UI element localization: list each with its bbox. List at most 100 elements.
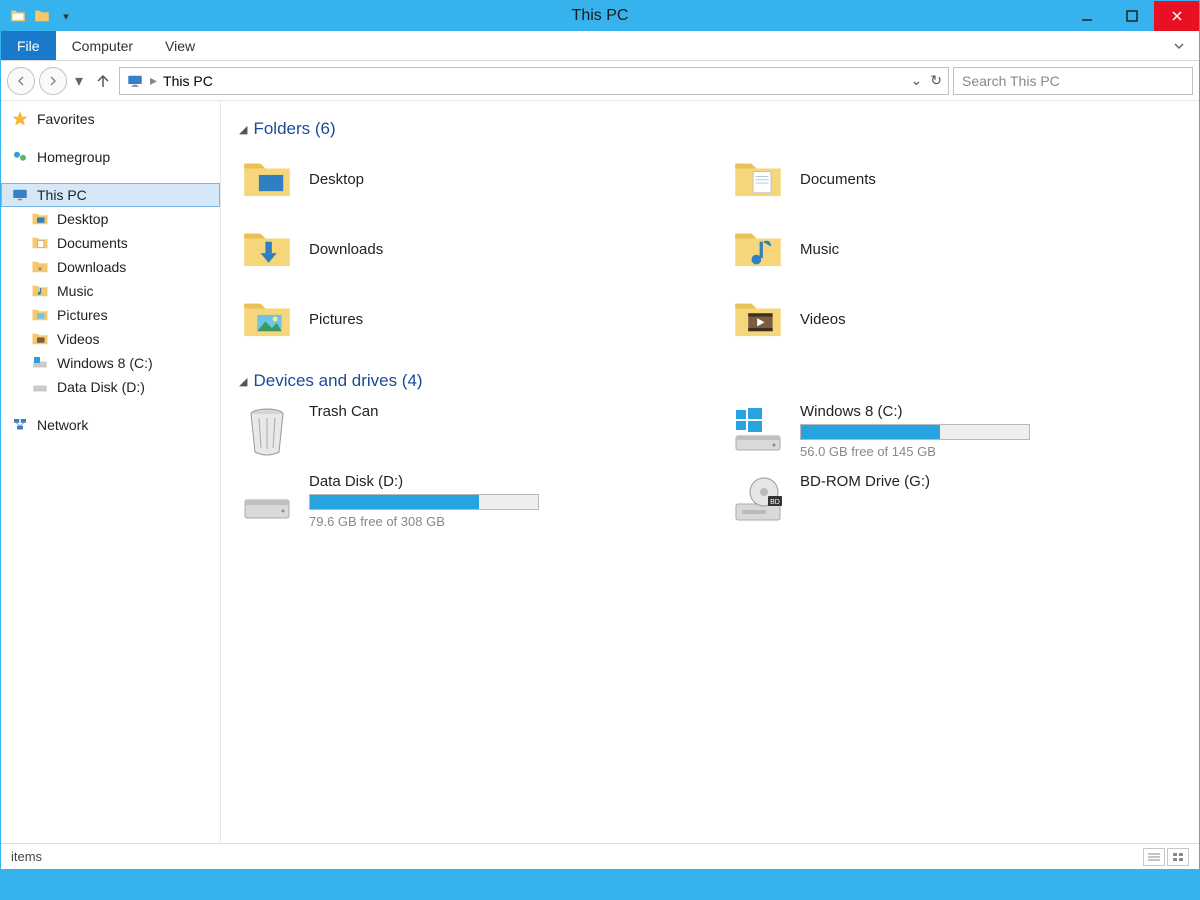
folder-label: Downloads [309,241,383,258]
drive-trash[interactable]: Trash Can [239,403,690,459]
drive-label: Windows 8 (C:) [800,403,1030,420]
group-header-drives[interactable]: ◢ Devices and drives (4) [239,371,1181,391]
drive-d[interactable]: Data Disk (D:) 79.6 GB free of 308 GB [239,473,690,529]
folder-pictures[interactable]: Pictures [239,291,690,347]
desktop-icon [239,151,295,207]
tab-computer[interactable]: Computer [56,31,149,60]
folder-desktop[interactable]: Desktop [239,151,690,207]
drive-g[interactable]: BD BD-ROM Drive (G:) [730,473,1181,529]
chevron-right-icon: ▸ [150,72,157,89]
star-icon [11,110,29,128]
group-title: Folders (6) [253,119,335,139]
folder-label: Music [800,241,839,258]
tree-downloads[interactable]: Downloads [1,255,220,279]
drive-label: Trash Can [309,403,378,420]
music-icon [730,221,786,277]
nav-history-dropdown[interactable]: ▾ [71,71,87,91]
view-details-button[interactable] [1143,848,1165,866]
folder-icon [31,210,49,228]
tree-label: Desktop [57,211,108,227]
search-placeholder: Search This PC [962,73,1060,89]
address-bar[interactable]: ▸ This PC ⌄ ↻ [119,67,949,95]
tree-label: Data Disk (D:) [57,379,145,395]
folder-downloads[interactable]: Downloads [239,221,690,277]
pc-icon [11,186,29,204]
trash-icon [239,403,295,459]
group-header-folders[interactable]: ◢ Folders (6) [239,119,1181,139]
tree-label: This PC [37,187,87,203]
navigation-pane: Favorites Homegroup This PC Desktop Docu… [1,101,221,843]
tree-this-pc[interactable]: This PC [1,183,220,207]
folder-icon [31,258,49,276]
drive-c[interactable]: Windows 8 (C:) 56.0 GB free of 145 GB [730,403,1181,459]
tree-desktop[interactable]: Desktop [1,207,220,231]
folder-icon [31,282,49,300]
tree-drive-c[interactable]: Windows 8 (C:) [1,351,220,375]
drive-label: BD-ROM Drive (G:) [800,473,930,490]
tree-label: Downloads [57,259,126,275]
view-switcher [1143,848,1189,866]
nav-forward-button[interactable] [39,67,67,95]
homegroup-icon [11,148,29,166]
address-dropdown-icon[interactable]: ⌄ [911,72,923,89]
folder-documents[interactable]: Documents [730,151,1181,207]
view-icons-button[interactable] [1167,848,1189,866]
os-drive-icon [730,403,786,459]
drives-grid: Trash Can Windows 8 (C:) 56.0 GB free of… [239,403,1181,529]
drive-icon [31,354,49,372]
status-bar: items [1,843,1199,869]
drive-free-text: 56.0 GB free of 145 GB [800,444,1030,459]
address-segment[interactable]: This PC [163,73,213,89]
optical-drive-icon: BD [730,473,786,529]
pc-icon [126,72,144,90]
maximize-button[interactable] [1109,1,1154,31]
tree-label: Homegroup [37,149,110,165]
tab-view[interactable]: View [149,31,211,60]
drive-label: Data Disk (D:) [309,473,539,490]
folder-videos[interactable]: Videos [730,291,1181,347]
folder-label: Documents [800,171,876,188]
folder-icon [31,306,49,324]
tree-documents[interactable]: Documents [1,231,220,255]
downloads-icon [239,221,295,277]
tree-label: Videos [57,331,100,347]
folder-music[interactable]: Music [730,221,1181,277]
network-icon [11,416,29,434]
collapse-icon: ◢ [239,375,247,388]
drive-icon [31,378,49,396]
ribbon-expand-button[interactable] [1159,31,1199,60]
refresh-icon[interactable]: ↻ [930,72,942,89]
minimize-button[interactable] [1064,1,1109,31]
nav-back-button[interactable] [7,67,35,95]
navigation-bar: ▾ ▸ This PC ⌄ ↻ Search This PC [1,61,1199,101]
svg-text:BD: BD [770,499,780,506]
tree-homegroup[interactable]: Homegroup [1,145,220,169]
capacity-bar [309,494,539,510]
explorer-window: ▾ This PC File Computer View ▾ ▸ This PC… [0,0,1200,870]
tree-network[interactable]: Network [1,413,220,437]
tree-drive-d[interactable]: Data Disk (D:) [1,375,220,399]
capacity-bar [800,424,1030,440]
window-title: This PC [572,7,629,25]
tree-videos[interactable]: Videos [1,327,220,351]
tree-pictures[interactable]: Pictures [1,303,220,327]
bottom-accent [0,870,1200,898]
tree-music[interactable]: Music [1,279,220,303]
folder-icon [31,330,49,348]
window-controls [1064,1,1199,31]
close-button[interactable] [1154,1,1199,31]
nav-up-button[interactable] [91,69,115,93]
tree-favorites[interactable]: Favorites [1,107,220,131]
collapse-icon: ◢ [239,123,247,136]
search-input[interactable]: Search This PC [953,67,1193,95]
properties-icon[interactable] [33,7,51,25]
app-icon [9,7,27,25]
group-title: Devices and drives (4) [253,371,422,391]
tree-label: Windows 8 (C:) [57,355,153,371]
folders-grid: Desktop Documents Downloads Music [239,151,1181,347]
tab-file[interactable]: File [1,31,56,60]
qat-dropdown-icon[interactable]: ▾ [57,7,75,25]
tree-label: Network [37,417,88,433]
pictures-icon [239,291,295,347]
body: Favorites Homegroup This PC Desktop Docu… [1,101,1199,843]
